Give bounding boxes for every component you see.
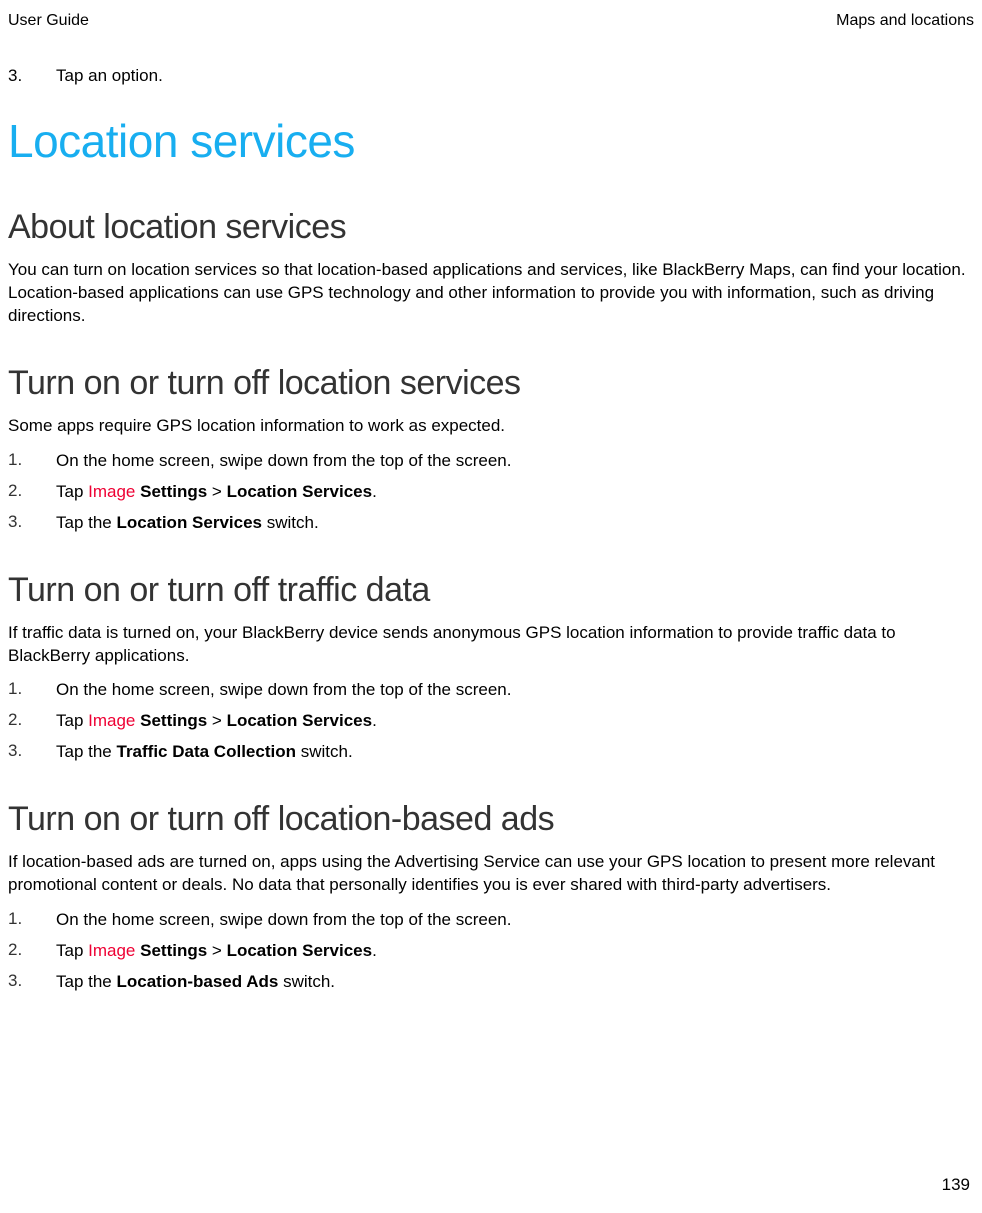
pre-step: 3. Tap an option. bbox=[8, 66, 974, 86]
pre-step-text: Tap an option. bbox=[56, 66, 163, 86]
image-placeholder: Image bbox=[88, 941, 135, 960]
traffic-steps: 1. On the home screen, swipe down from t… bbox=[8, 679, 974, 764]
list-item: 1. On the home screen, swipe down from t… bbox=[8, 679, 974, 702]
step-text: Tap Image Settings > Location Services. bbox=[56, 481, 974, 504]
list-item: 3. Tap the Traffic Data Collection switc… bbox=[8, 741, 974, 764]
image-placeholder: Image bbox=[88, 482, 135, 501]
step-num: 2. bbox=[8, 710, 56, 733]
list-item: 2. Tap Image Settings > Location Service… bbox=[8, 481, 974, 504]
step-num: 1. bbox=[8, 679, 56, 702]
step-num: 3. bbox=[8, 512, 56, 535]
list-item: 1. On the home screen, swipe down from t… bbox=[8, 909, 974, 932]
header-right: Maps and locations bbox=[836, 12, 974, 30]
traffic-para: If traffic data is turned on, your Black… bbox=[8, 622, 974, 668]
about-para: You can turn on location services so tha… bbox=[8, 259, 974, 328]
step-num: 3. bbox=[8, 741, 56, 764]
step-num: 1. bbox=[8, 450, 56, 473]
step-text: Tap the Location Services switch. bbox=[56, 512, 974, 535]
page-title: Location services bbox=[8, 114, 974, 168]
step-text: On the home screen, swipe down from the … bbox=[56, 909, 974, 932]
step-text: On the home screen, swipe down from the … bbox=[56, 450, 974, 473]
list-item: 2. Tap Image Settings > Location Service… bbox=[8, 940, 974, 963]
loc-heading: Turn on or turn off location services bbox=[8, 364, 974, 403]
step-num: 2. bbox=[8, 481, 56, 504]
step-num: 2. bbox=[8, 940, 56, 963]
step-num: 1. bbox=[8, 909, 56, 932]
ads-steps: 1. On the home screen, swipe down from t… bbox=[8, 909, 974, 994]
step-text: Tap Image Settings > Location Services. bbox=[56, 710, 974, 733]
step-text: On the home screen, swipe down from the … bbox=[56, 679, 974, 702]
step-text: Tap the Location-based Ads switch. bbox=[56, 971, 974, 994]
ads-heading: Turn on or turn off location-based ads bbox=[8, 800, 974, 839]
image-placeholder: Image bbox=[88, 711, 135, 730]
loc-para: Some apps require GPS location informati… bbox=[8, 415, 974, 438]
header-left: User Guide bbox=[8, 12, 89, 30]
ads-para: If location-based ads are turned on, app… bbox=[8, 851, 974, 897]
step-num: 3. bbox=[8, 971, 56, 994]
step-text: Tap the Traffic Data Collection switch. bbox=[56, 741, 974, 764]
traffic-heading: Turn on or turn off traffic data bbox=[8, 571, 974, 610]
loc-steps: 1. On the home screen, swipe down from t… bbox=[8, 450, 974, 535]
about-heading: About location services bbox=[8, 208, 974, 247]
list-item: 2. Tap Image Settings > Location Service… bbox=[8, 710, 974, 733]
pre-step-num: 3. bbox=[8, 66, 56, 86]
step-text: Tap Image Settings > Location Services. bbox=[56, 940, 974, 963]
page-number: 139 bbox=[942, 1175, 970, 1195]
list-item: 3. Tap the Location-based Ads switch. bbox=[8, 971, 974, 994]
list-item: 1. On the home screen, swipe down from t… bbox=[8, 450, 974, 473]
page-header: User Guide Maps and locations bbox=[8, 12, 974, 30]
list-item: 3. Tap the Location Services switch. bbox=[8, 512, 974, 535]
